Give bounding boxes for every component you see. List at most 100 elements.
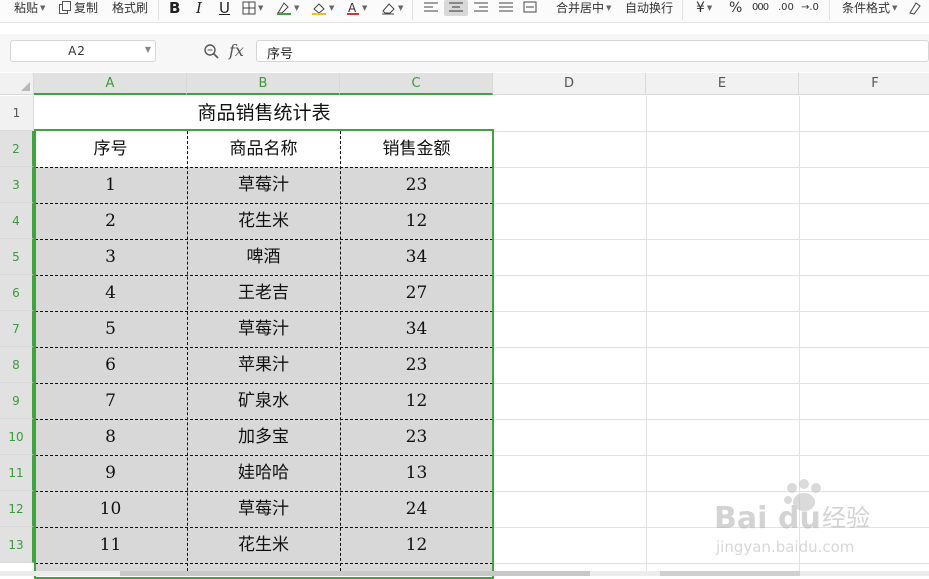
italic-button[interactable]: I: [196, 0, 202, 16]
fill-style-button[interactable]: ▼: [276, 0, 299, 16]
table-cell[interactable]: 12: [340, 527, 493, 563]
row-header-5[interactable]: 5: [0, 239, 34, 275]
row-header-11[interactable]: 11: [0, 455, 34, 491]
row-header-7[interactable]: 7: [0, 311, 34, 347]
toolbar-divider: [158, 0, 159, 20]
row-header-9[interactable]: 9: [0, 383, 34, 419]
table-cell[interactable]: 加多宝: [187, 419, 340, 455]
font-color-button[interactable]: A ▼: [346, 0, 367, 16]
zoom-icon[interactable]: [203, 43, 219, 59]
row-header-12[interactable]: 12: [0, 491, 34, 527]
justify-button[interactable]: [498, 0, 514, 16]
merge-center-button[interactable]: 合并居中 ▼: [556, 0, 611, 16]
paste-button[interactable]: 粘贴 ▼: [14, 0, 45, 16]
column-header-c[interactable]: C: [340, 73, 493, 95]
column-header-a[interactable]: A: [34, 73, 187, 95]
table-cell[interactable]: 24: [340, 491, 493, 527]
table-cell[interactable]: 王老吉: [187, 275, 340, 311]
horizontal-scrollbar[interactable]: [0, 571, 929, 576]
decrease-decimal-button[interactable]: .00: [778, 0, 794, 16]
align-right-button[interactable]: [473, 0, 489, 16]
row-header-13[interactable]: 13: [0, 527, 34, 563]
distributed-align-button[interactable]: [522, 0, 538, 16]
table-cell[interactable]: 23: [340, 167, 493, 203]
toolbar-divider: [829, 0, 830, 20]
table-cell[interactable]: 2: [34, 203, 187, 239]
gridline-row: [493, 419, 929, 420]
header-cell[interactable]: 序号: [34, 131, 187, 167]
currency-button[interactable]: ¥ ▼: [696, 0, 712, 16]
underline-button[interactable]: U: [219, 0, 230, 16]
increase-decimal-button[interactable]: →.0: [801, 0, 819, 16]
cell-style-button[interactable]: [908, 0, 922, 16]
table-cell[interactable]: 13: [340, 455, 493, 491]
svg-text:Bai: Bai: [714, 501, 767, 536]
table-cell[interactable]: 花生米: [187, 203, 340, 239]
column-header-b[interactable]: B: [187, 73, 340, 95]
table-cell[interactable]: 9: [34, 455, 187, 491]
table-cell[interactable]: 10: [34, 491, 187, 527]
bold-button[interactable]: B: [169, 0, 180, 16]
select-all-corner[interactable]: [0, 73, 34, 95]
align-right-icon: [474, 2, 488, 12]
table-cell[interactable]: 5: [34, 311, 187, 347]
table-cell[interactable]: 1: [34, 167, 187, 203]
column-header-e[interactable]: E: [646, 73, 799, 95]
bold-icon: B: [169, 0, 181, 17]
header-cell[interactable]: 商品名称: [187, 131, 340, 167]
scrollbar-thumb[interactable]: [120, 571, 590, 576]
percent-button[interactable]: %: [729, 0, 742, 16]
table-cell[interactable]: 苹果汁: [187, 347, 340, 383]
table-cell[interactable]: 23: [340, 419, 493, 455]
conditional-format-button[interactable]: 条件格式 ▼: [842, 0, 897, 16]
fill-color-button[interactable]: ▼: [311, 0, 334, 16]
table-cell[interactable]: 4: [34, 275, 187, 311]
column-header-f[interactable]: F: [799, 73, 929, 95]
table-cell[interactable]: 12: [340, 203, 493, 239]
align-left-button[interactable]: [423, 0, 439, 16]
table-cell[interactable]: 啤酒: [187, 239, 340, 275]
row-header-6[interactable]: 6: [0, 275, 34, 311]
table-cell[interactable]: 34: [340, 311, 493, 347]
borders-button[interactable]: ▼: [242, 0, 263, 16]
clear-format-button[interactable]: ▼: [380, 0, 403, 16]
gridline-row: [493, 131, 929, 132]
copy-label: 复制: [74, 1, 99, 15]
formula-input[interactable]: 序号: [256, 40, 929, 62]
table-cell[interactable]: 3: [34, 239, 187, 275]
name-box[interactable]: A2 ▼: [10, 40, 156, 62]
format-painter-button[interactable]: 格式刷: [112, 0, 148, 16]
table-cell[interactable]: 草莓汁: [187, 491, 340, 527]
row-header-3[interactable]: 3: [0, 167, 34, 203]
table-cell[interactable]: 8: [34, 419, 187, 455]
copy-button[interactable]: 复制: [58, 0, 98, 16]
align-center-button[interactable]: [448, 0, 464, 16]
table-cell[interactable]: 6: [34, 347, 187, 383]
table-cell[interactable]: 23: [340, 347, 493, 383]
table-cell[interactable]: 12: [340, 383, 493, 419]
table-cell[interactable]: 7: [34, 383, 187, 419]
formula-bar: A2 ▼ fx 序号: [0, 34, 929, 72]
table-cell[interactable]: 34: [340, 239, 493, 275]
column-header-d[interactable]: D: [493, 73, 646, 95]
header-cell[interactable]: 销售金额: [340, 131, 493, 167]
percent-icon: %: [729, 0, 743, 16]
table-cell[interactable]: 草莓汁: [187, 167, 340, 203]
table-title-cell[interactable]: 商品销售统计表: [35, 96, 493, 131]
table-cell[interactable]: 娃哈哈: [187, 455, 340, 491]
thousands-separator-button[interactable]: 000: [752, 0, 769, 16]
row-header-4[interactable]: 4: [0, 203, 34, 239]
row-header-8[interactable]: 8: [0, 347, 34, 383]
row-header-1[interactable]: 1: [0, 96, 34, 131]
gridline-row: [493, 563, 929, 564]
table-cell[interactable]: 草莓汁: [187, 311, 340, 347]
table-cell[interactable]: 矿泉水: [187, 383, 340, 419]
insert-function-icon[interactable]: fx: [229, 41, 244, 60]
wrap-text-button[interactable]: 自动换行: [625, 0, 673, 16]
table-cell[interactable]: 花生米: [187, 527, 340, 563]
row-header-10[interactable]: 10: [0, 419, 34, 455]
table-cell[interactable]: 27: [340, 275, 493, 311]
row-header-2[interactable]: 2: [0, 131, 34, 167]
table-cell[interactable]: 11: [34, 527, 187, 563]
chevron-down-icon[interactable]: ▼: [145, 45, 151, 54]
